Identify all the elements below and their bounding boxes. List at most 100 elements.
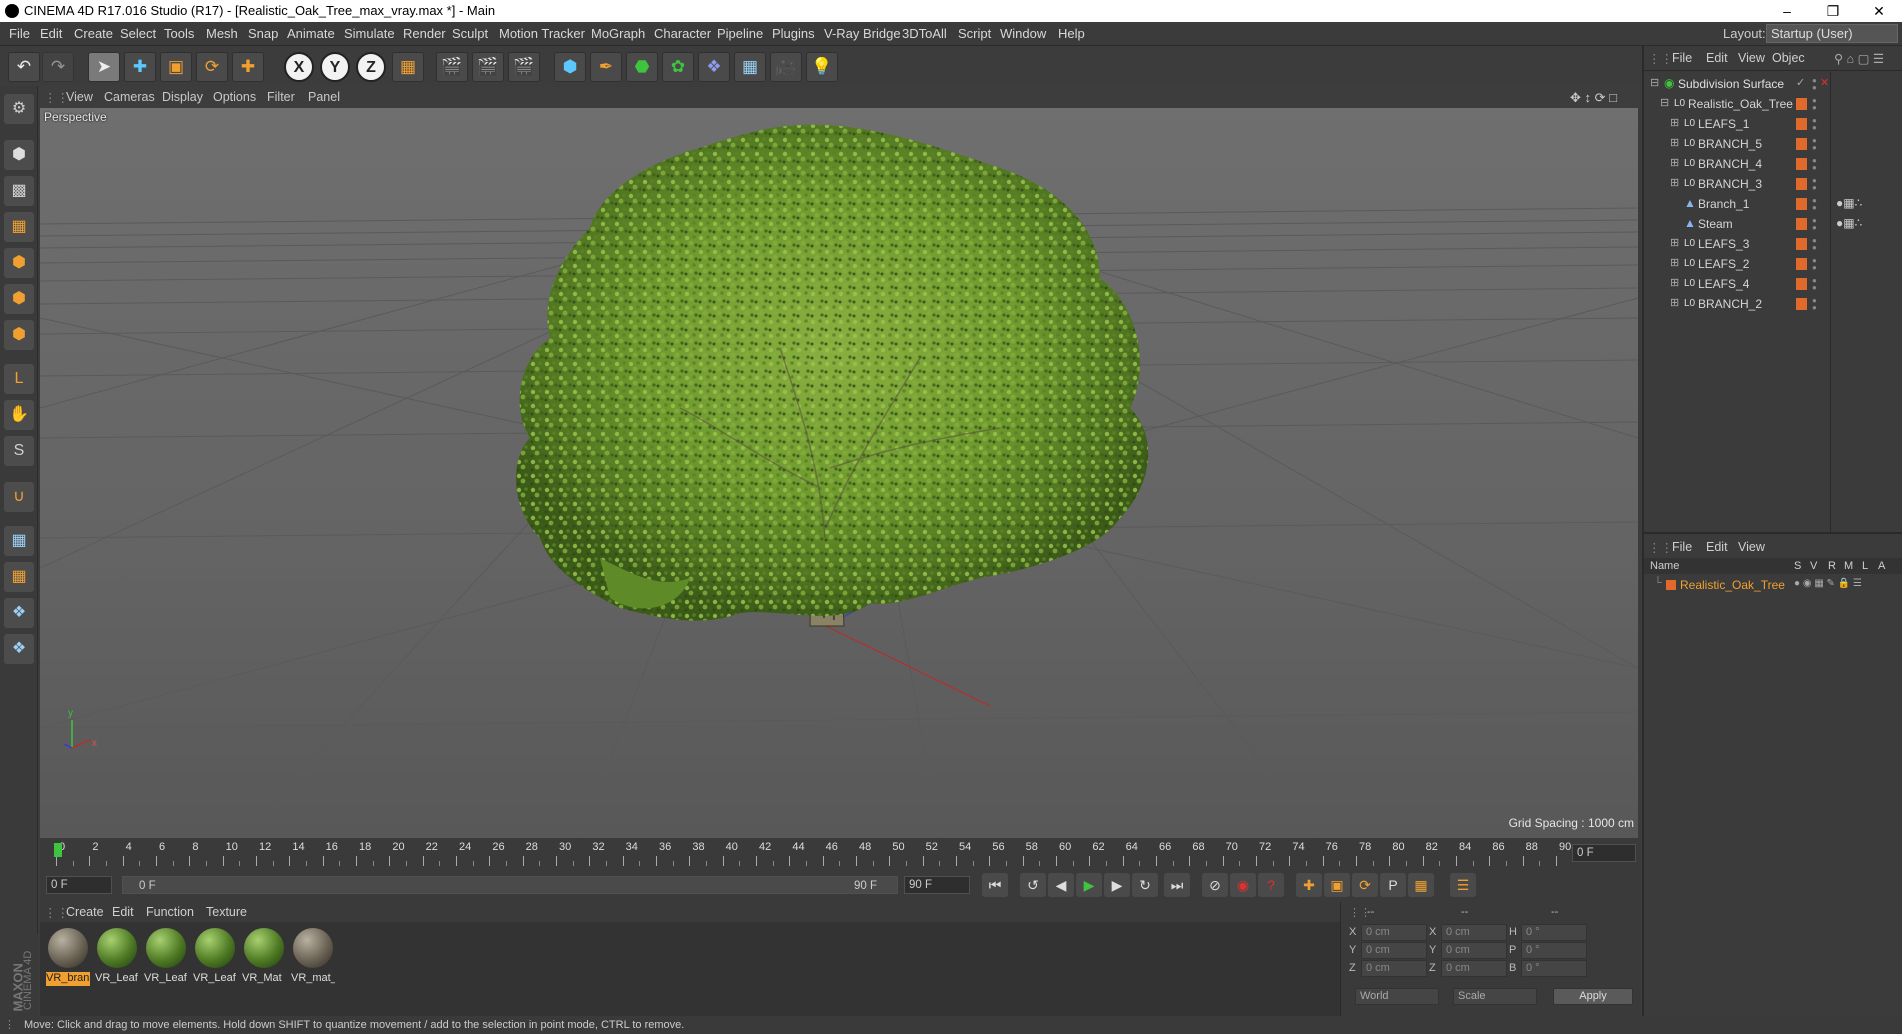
subdivision-button[interactable]: ⬣ xyxy=(626,52,658,82)
model-mode-button[interactable]: ⬢ xyxy=(4,140,34,170)
layer-color-tag[interactable] xyxy=(1796,198,1807,210)
menu-3dtoall[interactable]: 3DToAll xyxy=(902,26,947,41)
floor-environment-button[interactable]: ▦ xyxy=(734,52,766,82)
workplane-mode-button[interactable]: ▦ xyxy=(4,212,34,242)
menu-help[interactable]: Help xyxy=(1058,26,1085,41)
material-menu-create[interactable]: Create xyxy=(66,905,104,919)
next-key-button[interactable]: ↻ xyxy=(1132,873,1158,897)
object-name[interactable]: LEAFS_3 xyxy=(1698,237,1749,251)
layer-col-locked[interactable]: L xyxy=(1862,560,1868,572)
python-script-button[interactable]: ❖ xyxy=(4,598,34,628)
layer-toggle-icons[interactable]: ● ◉ ▦ ✎ 🔒 ☰ xyxy=(1794,578,1862,589)
layer-color-tag[interactable] xyxy=(1796,138,1807,150)
layer-col-view[interactable]: V xyxy=(1810,560,1817,572)
polygons-mode-button[interactable]: ⬢ xyxy=(4,320,34,350)
menu-select[interactable]: Select xyxy=(120,26,156,41)
go-to-start-button[interactable]: ⏮ xyxy=(982,873,1008,897)
menu-pipeline[interactable]: Pipeline xyxy=(717,26,763,41)
menu-create[interactable]: Create xyxy=(74,26,113,41)
layer-color-tag[interactable] xyxy=(1796,298,1807,310)
menu-tools[interactable]: Tools xyxy=(164,26,194,41)
play-button[interactable]: ▶ xyxy=(1076,873,1102,897)
layer-col-render[interactable]: R xyxy=(1828,560,1836,572)
layer-color-tag[interactable] xyxy=(1796,278,1807,290)
layer-color-tag[interactable] xyxy=(1796,178,1807,190)
viewport-menu-panel[interactable]: Panel xyxy=(308,90,340,104)
light-button[interactable]: 💡 xyxy=(806,52,838,82)
current-frame-field[interactable]: 0 F xyxy=(1572,844,1636,862)
expand-icon[interactable]: ⊞ xyxy=(1670,136,1679,149)
visibility-dots-icon[interactable]: ● ● xyxy=(1812,197,1817,212)
visibility-dots-icon[interactable]: ● ● xyxy=(1812,177,1817,192)
material-menu-function[interactable]: Function xyxy=(146,905,194,919)
expand-icon[interactable]: ⊞ xyxy=(1670,176,1679,189)
object-row[interactable]: ⊞ L0 LEAFS_1 ● ● xyxy=(1644,114,1902,134)
key-parameter-button[interactable]: P xyxy=(1380,873,1406,897)
cube-object-button[interactable]: ⬢ xyxy=(554,52,586,82)
material-menu-texture[interactable]: Texture xyxy=(206,905,247,919)
grid-lock-button[interactable]: ▦ xyxy=(4,526,34,556)
make-editable-button[interactable]: ⚙ xyxy=(4,94,34,124)
restore-icon[interactable]: ❐ xyxy=(1810,0,1856,22)
record-keys-button[interactable]: ⊘ xyxy=(1202,873,1228,897)
select-tool-button[interactable]: ➤ xyxy=(88,52,120,82)
tweak-mode-button[interactable]: ✋ xyxy=(4,400,34,430)
material-swatch[interactable]: VR_mat_ xyxy=(291,926,335,988)
coord-value-field[interactable]: 0 ° xyxy=(1521,960,1587,977)
menu-character[interactable]: Character xyxy=(654,26,711,41)
menu-snap[interactable]: Snap xyxy=(248,26,278,41)
layer-color-tag[interactable] xyxy=(1796,118,1807,130)
object-row[interactable]: ⊞ L0 BRANCH_2 ● ● xyxy=(1644,294,1902,314)
close-icon[interactable]: ✕ xyxy=(1856,0,1902,22)
menu-mograph[interactable]: MoGraph xyxy=(591,26,645,41)
render-view-button[interactable]: 🎬 xyxy=(436,52,468,82)
object-name[interactable]: LEAFS_2 xyxy=(1698,257,1749,271)
viewport-navigation-icons[interactable]: ✥ ↕ ⟳ □ xyxy=(1570,90,1617,106)
layer-color-tag[interactable] xyxy=(1796,238,1807,250)
viewport-menu-filter[interactable]: Filter xyxy=(267,90,295,104)
object-name[interactable]: LEAFS_1 xyxy=(1698,117,1749,131)
recent-tool-button[interactable]: ✚ xyxy=(232,52,264,82)
coord-value-field[interactable]: 0 cm xyxy=(1361,924,1427,941)
move-tool-button[interactable]: ✚ xyxy=(124,52,156,82)
render-settings-button[interactable]: 🎬 xyxy=(508,52,540,82)
visibility-dots-icon[interactable]: ● ● xyxy=(1812,77,1817,92)
object-row[interactable]: ⊞ L0 LEAFS_4 ● ● xyxy=(1644,274,1902,294)
material-tags-icon[interactable]: ●▦∴ xyxy=(1836,216,1862,230)
apply-button[interactable]: Apply xyxy=(1553,988,1633,1005)
layer-menu-file[interactable]: File xyxy=(1672,540,1692,554)
perspective-viewport[interactable]: Perspective y x Grid Spacing : 1000 cm xyxy=(40,108,1638,838)
timeline-playhead[interactable] xyxy=(54,843,62,857)
visibility-dots-icon[interactable]: ● ● xyxy=(1812,117,1817,132)
python-script-2-button[interactable]: ❖ xyxy=(4,634,34,664)
collapse-icon[interactable]: ⊟ xyxy=(1650,76,1659,89)
layer-menu-edit[interactable]: Edit xyxy=(1706,540,1728,554)
key-pla-button[interactable]: ▦ xyxy=(1408,873,1434,897)
object-row[interactable]: ⊞ L0 BRANCH_4 ● ● xyxy=(1644,154,1902,174)
visibility-dots-icon[interactable]: ● ● xyxy=(1812,237,1817,252)
visibility-dots-icon[interactable]: ● ● xyxy=(1812,97,1817,112)
material-tags-icon[interactable]: ●▦∴ xyxy=(1836,196,1862,210)
object-menu-file[interactable]: File xyxy=(1672,51,1692,65)
disabled-x-icon[interactable]: ✕ xyxy=(1820,76,1829,89)
edges-mode-button[interactable]: ⬢ xyxy=(4,284,34,314)
material-swatch[interactable]: VR_Mat xyxy=(242,926,286,988)
pen-spline-button[interactable]: ✒ xyxy=(590,52,622,82)
visibility-dots-icon[interactable]: ● ● xyxy=(1812,157,1817,172)
layer-menu-view[interactable]: View xyxy=(1738,540,1765,554)
menu-edit[interactable]: Edit xyxy=(40,26,62,41)
layer-color-tag[interactable] xyxy=(1796,98,1807,110)
object-name[interactable]: Steam xyxy=(1698,217,1733,231)
expand-icon[interactable]: ⊞ xyxy=(1670,276,1679,289)
viewport-menu-options[interactable]: Options xyxy=(213,90,256,104)
menu-sculpt[interactable]: Sculpt xyxy=(452,26,488,41)
menu-simulate[interactable]: Simulate xyxy=(344,26,395,41)
layer-col-manager[interactable]: M xyxy=(1844,560,1853,572)
grid-workplane-button[interactable]: ▦ xyxy=(4,562,34,592)
expand-icon[interactable]: ⊞ xyxy=(1670,116,1679,129)
collapse-icon[interactable]: ⊟ xyxy=(1660,96,1669,109)
object-name[interactable]: BRANCH_5 xyxy=(1698,137,1762,151)
axis-mode-button[interactable]: L xyxy=(4,364,34,394)
object-row[interactable]: ⊞ L0 LEAFS_3 ● ● xyxy=(1644,234,1902,254)
go-to-end-button[interactable]: ⏭ xyxy=(1164,873,1190,897)
